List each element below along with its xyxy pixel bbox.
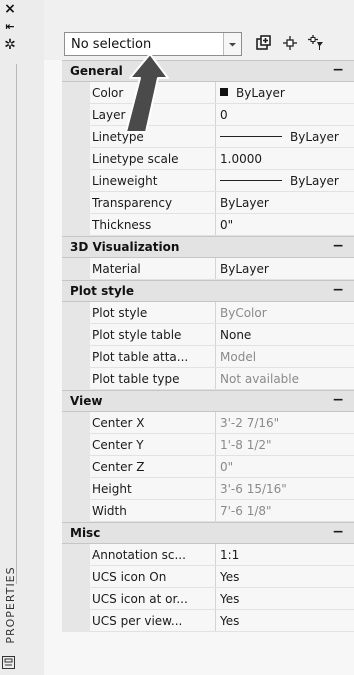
collapse-icon[interactable]: − (332, 237, 344, 256)
property-name: Center X (92, 416, 145, 430)
property-value[interactable]: 1.0000 (220, 148, 352, 170)
property-name: UCS icon On (92, 570, 167, 584)
property-row-color[interactable]: Color ByLayer (62, 82, 354, 104)
section-title: General (70, 64, 123, 78)
property-row-thickness[interactable]: Thickness 0" (62, 214, 354, 236)
property-name: Linetype (92, 130, 144, 144)
property-value[interactable]: 1:1 (220, 544, 352, 566)
property-row-plot-style-table[interactable]: Plot style table None (62, 324, 354, 346)
property-row-height[interactable]: Height 3'-6 15/16" (62, 478, 354, 500)
property-value[interactable]: Yes (220, 610, 352, 632)
property-row-linetype-scale[interactable]: Linetype scale 1.0000 (62, 148, 354, 170)
lineweight-sample (220, 180, 282, 181)
close-icon[interactable]: × (3, 2, 17, 16)
select-objects-icon[interactable] (278, 30, 302, 56)
property-value: 1'-8 1/2" (220, 438, 272, 452)
property-name: Layer (92, 108, 126, 122)
property-name: Width (92, 504, 127, 518)
selection-dropdown[interactable]: No selection (64, 32, 242, 56)
property-name: Plot table atta... (92, 350, 189, 364)
property-name: UCS per view... (92, 614, 183, 628)
section-title: 3D Visualization (70, 240, 180, 254)
property-name: Annotation sc... (92, 548, 186, 562)
property-name: Color (92, 86, 124, 100)
palette-title-strip: × ⇤ ✲ PROPERTIES (0, 0, 44, 675)
section-header-general[interactable]: General − (62, 60, 354, 82)
collapse-icon[interactable]: − (332, 391, 344, 410)
property-value[interactable]: ByLayer (220, 126, 352, 148)
chevron-down-icon[interactable] (223, 33, 241, 55)
palette-title: PROPERTIES (4, 566, 17, 644)
property-name: Material (92, 262, 141, 276)
property-value[interactable]: Yes (220, 566, 352, 588)
property-row-linetype[interactable]: Linetype ByLayer (62, 126, 354, 148)
property-row-center-y[interactable]: Center Y 1'-8 1/2" (62, 434, 354, 456)
collapse-icon[interactable]: − (332, 281, 344, 300)
property-row-plot-table-attached[interactable]: Plot table atta... Model (62, 346, 354, 368)
property-value: 7'-6 1/8" (220, 504, 272, 518)
property-row-center-x[interactable]: Center X 3'-2 7/16" (62, 412, 354, 434)
property-row-ucs-icon-on[interactable]: UCS icon On Yes (62, 566, 354, 588)
section-title: View (70, 394, 103, 408)
property-value[interactable]: ByLayer (220, 82, 352, 104)
property-name: Center Y (92, 438, 144, 452)
property-value: 3'-2 7/16" (220, 416, 280, 430)
properties-panel: No selection General − Color ByLayer Lay… (44, 0, 354, 675)
property-row-plot-style[interactable]: Plot style ByColor (62, 302, 354, 324)
section-header-misc[interactable]: Misc − (62, 522, 354, 544)
collapse-icon[interactable]: − (332, 523, 344, 542)
property-value: Model (220, 350, 257, 364)
property-value[interactable]: ByLayer (220, 192, 352, 214)
section-header-view[interactable]: View − (62, 390, 354, 412)
property-row-annotation-scale[interactable]: Annotation sc... 1:1 (62, 544, 354, 566)
quick-select-icon[interactable] (304, 30, 328, 56)
properties-palette-icon (2, 656, 15, 669)
property-value: ByColor (220, 306, 267, 320)
selection-value: No selection (71, 37, 152, 52)
linetype-sample (220, 136, 282, 137)
property-value[interactable]: 0" (220, 214, 352, 236)
property-name: UCS icon at or... (92, 592, 188, 606)
color-swatch-icon (220, 88, 228, 96)
property-value: 3'-6 15/16" (220, 482, 287, 496)
property-value[interactable]: ByLayer (220, 170, 352, 192)
property-value: Not available (220, 372, 300, 386)
property-name: Transparency (92, 196, 173, 210)
selection-toolbar: No selection (44, 0, 354, 60)
property-row-plot-table-type[interactable]: Plot table type Not available (62, 368, 354, 390)
property-value: 0" (220, 460, 234, 474)
section-header-plot-style[interactable]: Plot style − (62, 280, 354, 302)
properties-menu-icon[interactable]: ✲ (3, 38, 17, 52)
property-name: Plot table type (92, 372, 180, 386)
property-value[interactable]: Yes (220, 588, 352, 610)
property-row-material[interactable]: Material ByLayer (62, 258, 354, 280)
property-name: Height (92, 482, 132, 496)
property-value[interactable]: None (220, 324, 352, 346)
section-header-3d-visualization[interactable]: 3D Visualization − (62, 236, 354, 258)
property-name: Center Z (92, 460, 145, 474)
property-row-width[interactable]: Width 7'-6 1/8" (62, 500, 354, 522)
property-row-ucs-icon-at-origin[interactable]: UCS icon at or... Yes (62, 588, 354, 610)
property-name: Plot style table (92, 328, 182, 342)
property-row-ucs-per-viewport[interactable]: UCS per view... Yes (62, 610, 354, 632)
section-title: Plot style (70, 284, 135, 298)
section-title: Misc (70, 526, 101, 540)
property-row-lineweight[interactable]: Lineweight ByLayer (62, 170, 354, 192)
property-value[interactable]: 0 (220, 104, 352, 126)
property-name: Thickness (92, 218, 152, 232)
property-name: Lineweight (92, 174, 158, 188)
property-value[interactable]: ByLayer (220, 258, 352, 280)
toggle-pickadd-icon[interactable] (252, 30, 276, 56)
property-row-transparency[interactable]: Transparency ByLayer (62, 192, 354, 214)
property-row-center-z[interactable]: Center Z 0" (62, 456, 354, 478)
strip-divider (16, 64, 17, 584)
property-name: Plot style (92, 306, 148, 320)
autohide-icon[interactable]: ⇤ (3, 20, 17, 34)
property-grid: General − Color ByLayer Layer 0 Linetype… (62, 60, 354, 675)
property-name: Linetype scale (92, 152, 179, 166)
collapse-icon[interactable]: − (332, 61, 344, 80)
property-row-layer[interactable]: Layer 0 (62, 104, 354, 126)
